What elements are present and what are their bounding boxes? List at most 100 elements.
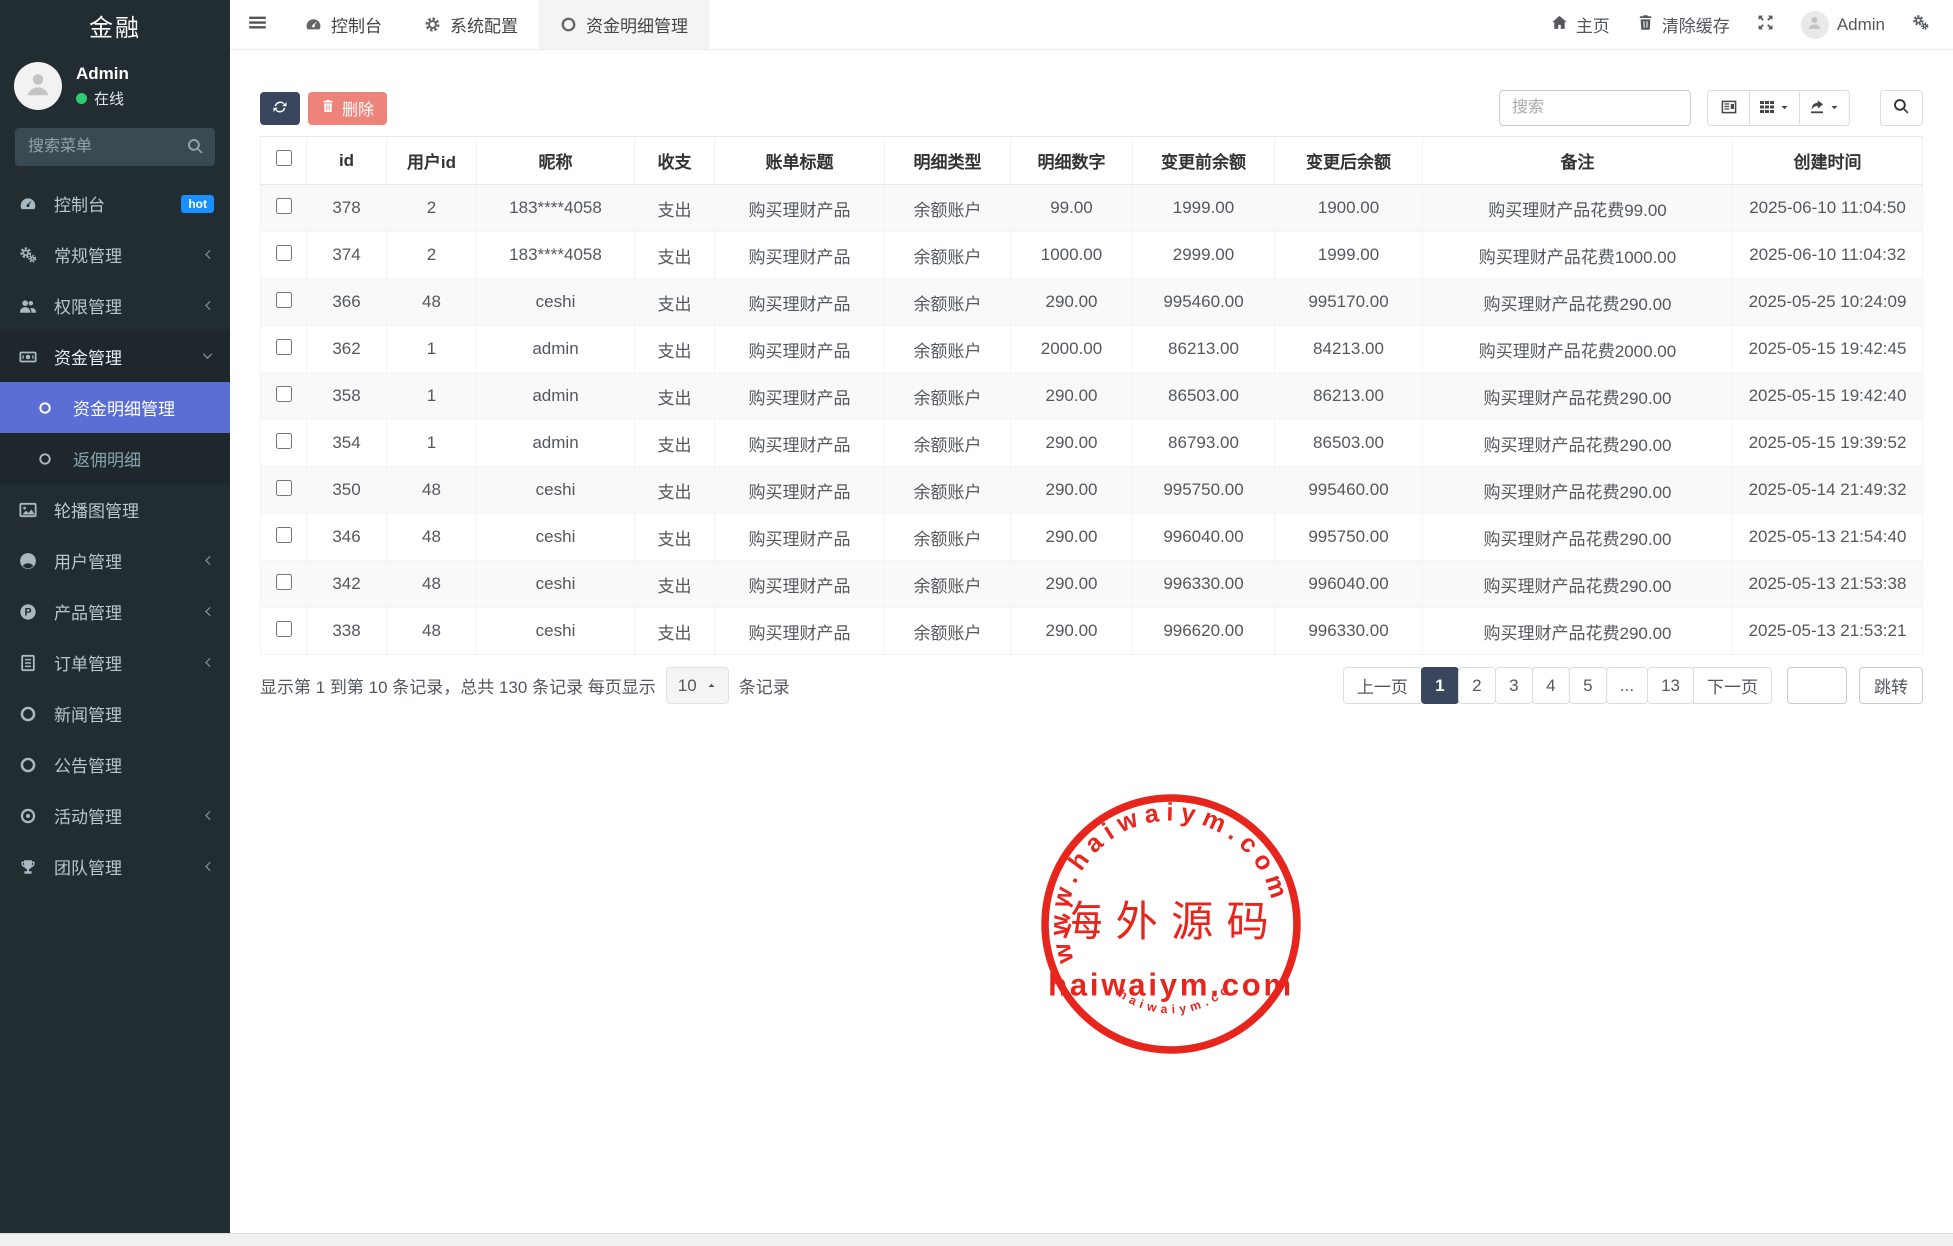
cell: 995170.00 bbox=[1275, 279, 1423, 326]
sidebar-item-product[interactable]: P产品管理 bbox=[0, 586, 230, 637]
search-icon[interactable] bbox=[187, 138, 204, 160]
column-header: 变更前余额 bbox=[1133, 137, 1275, 185]
home-link[interactable]: 主页 bbox=[1551, 12, 1610, 37]
row-checkbox[interactable] bbox=[276, 386, 292, 402]
bars-icon bbox=[248, 13, 267, 37]
jump-button[interactable]: 跳转 bbox=[1859, 667, 1923, 704]
cell: 购买理财产品花费290.00 bbox=[1423, 373, 1733, 420]
horizontal-scrollbar[interactable] bbox=[0, 1233, 1953, 1246]
row-checkbox[interactable] bbox=[276, 292, 292, 308]
page-button-2[interactable]: 2 bbox=[1458, 667, 1496, 704]
sidebar-item-news[interactable]: 新闻管理 bbox=[0, 688, 230, 739]
tab-sys-config[interactable]: 系统配置 bbox=[403, 0, 539, 49]
caret-up-icon bbox=[706, 676, 717, 696]
tab-fund-detail[interactable]: 资金明细管理 bbox=[539, 0, 709, 49]
export-button[interactable] bbox=[1799, 90, 1850, 126]
sidebar-toggle-button[interactable] bbox=[230, 0, 284, 49]
cell: 购买理财产品花费290.00 bbox=[1423, 561, 1733, 608]
sidebar-item-label: 订单管理 bbox=[54, 650, 201, 675]
select-all-checkbox[interactable] bbox=[276, 150, 292, 166]
page-size-dropdown[interactable]: 10 bbox=[666, 667, 729, 704]
chevron-down-icon bbox=[201, 350, 214, 363]
row-checkbox[interactable] bbox=[276, 433, 292, 449]
tab-console[interactable]: 控制台 bbox=[284, 0, 403, 49]
row-checkbox[interactable] bbox=[276, 198, 292, 214]
sidebar-item-banner[interactable]: 轮播图管理 bbox=[0, 484, 230, 535]
page-button-1[interactable]: 1 bbox=[1421, 667, 1459, 704]
table-row: 34248ceshi支出购买理财产品余额账户290.00996330.00996… bbox=[261, 561, 1923, 608]
online-dot bbox=[76, 93, 87, 104]
sidebar-item-fund-detail[interactable]: 资金明细管理 bbox=[0, 382, 230, 433]
avatar bbox=[1801, 11, 1829, 39]
sidebar-item-notice[interactable]: 公告管理 bbox=[0, 739, 230, 790]
refresh-button[interactable] bbox=[260, 92, 300, 125]
fullscreen-button[interactable] bbox=[1757, 14, 1774, 36]
row-select-cell bbox=[261, 608, 307, 655]
row-checkbox[interactable] bbox=[276, 621, 292, 637]
circle-icon bbox=[38, 401, 62, 415]
content: 删除 id bbox=[230, 50, 1953, 704]
row-checkbox[interactable] bbox=[276, 527, 292, 543]
admin-menu[interactable]: Admin bbox=[1801, 11, 1885, 39]
columns-button[interactable] bbox=[1749, 90, 1800, 126]
search-button[interactable] bbox=[1880, 90, 1923, 126]
jump-page-input[interactable] bbox=[1787, 667, 1847, 704]
page-button-3[interactable]: 3 bbox=[1495, 667, 1533, 704]
chevron-left-icon bbox=[201, 656, 214, 669]
table-row: 3581admin支出购买理财产品余额账户290.0086503.0086213… bbox=[261, 373, 1923, 420]
sidebar-item-activity[interactable]: 活动管理 bbox=[0, 790, 230, 841]
next-page-button[interactable]: 下一页 bbox=[1693, 667, 1772, 704]
page-button-5[interactable]: 5 bbox=[1569, 667, 1607, 704]
cell: admin bbox=[477, 420, 635, 467]
page-button-13[interactable]: 13 bbox=[1647, 667, 1694, 704]
cell: 余额账户 bbox=[885, 467, 1011, 514]
row-checkbox[interactable] bbox=[276, 245, 292, 261]
trophy-icon bbox=[19, 858, 43, 876]
page-button-4[interactable]: 4 bbox=[1532, 667, 1570, 704]
cell: 支出 bbox=[635, 561, 715, 608]
cell: 购买理财产品花费99.00 bbox=[1423, 185, 1733, 232]
sidebar-item-fund[interactable]: 资金管理 bbox=[0, 331, 230, 382]
delete-button[interactable]: 删除 bbox=[308, 92, 387, 125]
table-search-input[interactable] bbox=[1499, 90, 1691, 126]
sidebar-item-label: 返佣明细 bbox=[73, 446, 214, 471]
cell: 2025-05-15 19:42:40 bbox=[1733, 373, 1923, 420]
cell: 余额账户 bbox=[885, 608, 1011, 655]
cell: 995460.00 bbox=[1133, 279, 1275, 326]
page-ellipsis[interactable]: ... bbox=[1606, 667, 1648, 704]
refresh-icon bbox=[272, 99, 288, 118]
settings-button[interactable] bbox=[1912, 14, 1929, 36]
detail-view-button[interactable] bbox=[1707, 90, 1750, 126]
cell: 1 bbox=[387, 326, 477, 373]
cell: 2025-05-15 19:42:45 bbox=[1733, 326, 1923, 373]
row-checkbox[interactable] bbox=[276, 574, 292, 590]
row-select-cell bbox=[261, 561, 307, 608]
row-checkbox[interactable] bbox=[276, 480, 292, 496]
column-header: 昵称 bbox=[477, 137, 635, 185]
row-select-cell bbox=[261, 326, 307, 373]
row-checkbox[interactable] bbox=[276, 339, 292, 355]
cell: 2025-05-14 21:49:32 bbox=[1733, 467, 1923, 514]
chevron-left-icon bbox=[201, 605, 214, 618]
cell: 48 bbox=[387, 279, 477, 326]
sidebar-item-permission[interactable]: 权限管理 bbox=[0, 280, 230, 331]
tachometer-icon bbox=[19, 195, 43, 213]
sidebar-item-user[interactable]: 用户管理 bbox=[0, 535, 230, 586]
cell: 290.00 bbox=[1011, 279, 1133, 326]
sidebar-item-rebate-detail[interactable]: 返佣明细 bbox=[0, 433, 230, 484]
fullscreen-icon bbox=[1757, 14, 1774, 36]
sidebar-item-team[interactable]: 团队管理 bbox=[0, 841, 230, 892]
cell: ceshi bbox=[477, 467, 635, 514]
column-header: 明细类型 bbox=[885, 137, 1011, 185]
cell: 2025-06-10 11:04:32 bbox=[1733, 232, 1923, 279]
prev-page-button[interactable]: 上一页 bbox=[1343, 667, 1422, 704]
column-header: 备注 bbox=[1423, 137, 1733, 185]
cell: 995750.00 bbox=[1275, 514, 1423, 561]
sidebar-search-input[interactable] bbox=[15, 128, 215, 166]
sidebar-item-console[interactable]: 控制台hot bbox=[0, 178, 230, 229]
sidebar-item-label: 产品管理 bbox=[54, 599, 201, 624]
cell: 290.00 bbox=[1011, 561, 1133, 608]
clear-cache-link[interactable]: 清除缓存 bbox=[1637, 12, 1730, 37]
sidebar-item-general[interactable]: 常规管理 bbox=[0, 229, 230, 280]
sidebar-item-order[interactable]: 订单管理 bbox=[0, 637, 230, 688]
